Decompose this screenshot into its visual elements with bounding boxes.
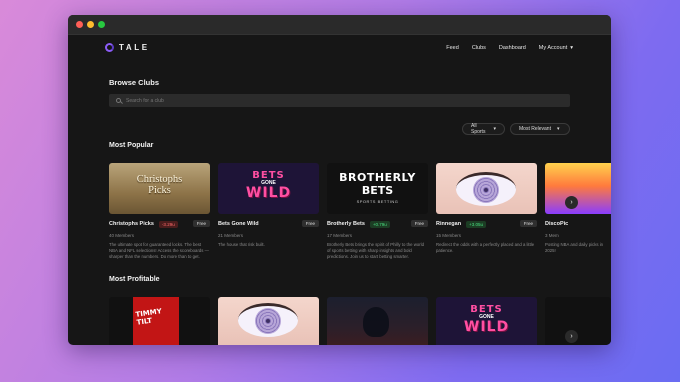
search-icon <box>116 98 121 103</box>
club-description: The ultimate spot for guaranteed locks. … <box>109 242 209 259</box>
member-count: 15 Members <box>436 233 462 238</box>
member-count: 17 Members <box>327 233 353 238</box>
club-name: Christophs Picks <box>109 221 154 227</box>
logo-ring-icon <box>105 43 114 52</box>
club-thumbnail: Christophs Picks <box>109 163 210 214</box>
close-window-button[interactable] <box>76 21 83 28</box>
club-thumbnail <box>436 163 537 214</box>
search-input[interactable]: Search for a club <box>109 94 570 107</box>
club-name: DiscoPic <box>545 221 569 227</box>
sports-filter-dropdown[interactable]: All Sports ▾ <box>462 123 505 135</box>
nav-link-dashboard[interactable]: Dashboard <box>499 45 526 51</box>
club-card[interactable]: BETS GONE WILD Bets Gone Wild Free 21 Me… <box>218 163 319 260</box>
member-count: 40 Members <box>109 233 135 238</box>
chevron-down-icon: ▾ <box>556 126 560 132</box>
units-change-badge: +0.79u <box>369 220 390 228</box>
carousel-next-button[interactable]: › <box>565 196 578 209</box>
logo[interactable]: TALE <box>105 43 150 52</box>
search-placeholder: Search for a club <box>126 97 164 104</box>
page-title: Browse Clubs <box>109 78 160 87</box>
club-thumbnail <box>545 163 611 214</box>
nav-link-clubs[interactable]: Clubs <box>472 45 486 51</box>
club-card[interactable]: BETS GONE WILD <box>436 297 537 345</box>
sort-dropdown[interactable]: Most Relevant ▾ <box>510 123 570 135</box>
club-description: Posting NBA and daily picks in 2025! <box>545 242 604 253</box>
nav-links: Feed Clubs Dashboard My Account ▾ <box>433 45 573 51</box>
eye-illustration <box>238 303 298 337</box>
thumb-line: BETS <box>361 184 394 197</box>
window-titlebar <box>68 15 611 35</box>
iris <box>255 308 281 334</box>
club-description: The house that risk built. <box>218 242 265 247</box>
pupil <box>484 188 488 192</box>
thumbnail-art <box>363 307 389 337</box>
nav-link-my-account[interactable]: My Account ▾ <box>539 45 573 51</box>
carousel-next-button[interactable]: › <box>565 330 578 343</box>
club-card[interactable]: BROTHERLY BETS SPORTS BETTING Brotherly … <box>327 163 428 260</box>
sports-filter-label: All Sports <box>471 123 486 135</box>
club-card[interactable]: DiscoPic 3 Mem Posting NBA and daily pic… <box>545 163 611 260</box>
eye-illustration <box>456 172 516 206</box>
logo-text: TALE <box>119 43 150 52</box>
chevron-right-icon: › <box>570 199 573 206</box>
club-thumbnail: BROTHERLY BETS SPORTS BETTING <box>327 163 428 214</box>
thumb-line: SPORTS BETTING <box>356 199 399 204</box>
nav-link-feed[interactable]: Feed <box>446 45 459 51</box>
thumb-caption-line: Christophs <box>136 174 183 185</box>
price-badge: Free <box>410 220 428 227</box>
thumb-line: WILD <box>463 319 510 335</box>
club-name: Bets Gone Wild <box>218 221 259 227</box>
my-account-label: My Account <box>538 45 568 51</box>
club-thumbnail: BETS GONE WILD <box>218 163 319 214</box>
club-card[interactable] <box>545 297 611 345</box>
thumb-line: WILD <box>245 185 292 201</box>
club-description: Brotherly Bets brings the spirit of Phil… <box>327 242 424 259</box>
club-card[interactable]: TIMMY TILT <box>109 297 210 345</box>
member-count: 3 Mem <box>545 233 559 238</box>
thumb-line: BROTHERLY <box>339 171 416 184</box>
club-name: Rinnegan <box>436 221 462 227</box>
iris <box>473 177 499 203</box>
pupil <box>266 319 270 323</box>
club-name: Brotherly Bets <box>327 221 365 227</box>
price-badge: Free <box>519 220 537 227</box>
club-description: Redirect the odds with a perfectly place… <box>436 242 535 253</box>
price-badge: Free <box>301 220 319 227</box>
top-navbar: TALE Feed Clubs Dashboard My Account ▾ <box>68 34 611 64</box>
chevron-down-icon: ▾ <box>570 45 573 51</box>
minimize-window-button[interactable] <box>87 21 94 28</box>
club-card[interactable] <box>327 297 428 345</box>
thumbnail-caption: Christophs Picks <box>109 174 210 196</box>
member-count: 21 Members <box>218 233 244 238</box>
chevron-down-icon: ▾ <box>493 126 496 132</box>
section-title-most-profitable: Most Profitable <box>109 276 160 283</box>
maximize-window-button[interactable] <box>98 21 105 28</box>
price-badge: Free <box>192 220 210 227</box>
thumb-caption-line: Picks <box>148 185 171 196</box>
club-card[interactable] <box>218 297 319 345</box>
club-card[interactable]: Rinnegan +3.05u Free 15 Members Redirect… <box>436 163 537 260</box>
section-title-most-popular: Most Popular <box>109 142 154 149</box>
club-card[interactable]: Christophs Picks Christophs Picks -3.29u … <box>109 163 210 260</box>
sort-label: Most Relevant <box>519 126 551 132</box>
units-change-badge: -3.29u <box>158 220 178 228</box>
chevron-right-icon: › <box>570 333 573 340</box>
units-change-badge: +3.05u <box>466 220 486 228</box>
browser-window: TALE Feed Clubs Dashboard My Account ▾ Br… <box>68 15 611 345</box>
